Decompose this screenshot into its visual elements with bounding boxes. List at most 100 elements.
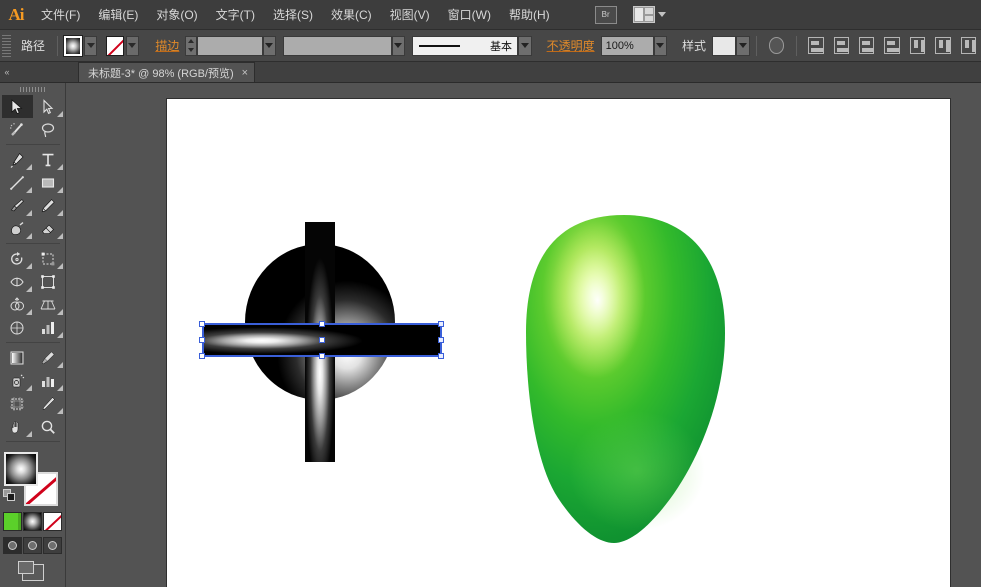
align-top-icon[interactable] xyxy=(909,37,926,54)
fill-swatch[interactable] xyxy=(3,452,38,486)
artboard-tool[interactable] xyxy=(2,392,33,415)
hand-tool[interactable] xyxy=(2,415,33,438)
menu-window[interactable]: 窗口(W) xyxy=(439,0,500,30)
rectangle-tool[interactable] xyxy=(33,171,64,194)
gradient-icon xyxy=(10,351,24,364)
perspective-grid-tool[interactable] xyxy=(33,293,64,316)
shape-builder-tool[interactable] xyxy=(2,293,33,316)
pencil-tool[interactable] xyxy=(33,194,64,217)
close-icon[interactable]: × xyxy=(242,67,248,79)
column-graph-tool[interactable] xyxy=(33,369,64,392)
graphic-style-swatch[interactable] xyxy=(712,35,737,56)
eraser-tool[interactable] xyxy=(33,217,64,240)
arrange-documents-icon xyxy=(632,6,655,23)
control-bar-grip[interactable] xyxy=(2,34,11,57)
mesh-tool[interactable] xyxy=(2,316,33,339)
mesh-icon xyxy=(10,321,24,334)
align-left-icon[interactable] xyxy=(833,37,849,54)
gradient-tool[interactable] xyxy=(33,316,64,339)
graphic-style-dropdown[interactable] xyxy=(736,35,750,56)
stroke-profile-dropdown[interactable] xyxy=(391,35,406,56)
blob-brush-icon xyxy=(11,221,24,235)
menu-object[interactable]: 对象(O) xyxy=(147,0,206,30)
menu-edit[interactable]: 编辑(E) xyxy=(89,0,147,30)
pencil-icon xyxy=(41,198,55,212)
scale-tool[interactable] xyxy=(33,247,64,270)
menu-view[interactable]: 视图(V) xyxy=(381,0,439,30)
opacity-dropdown[interactable] xyxy=(653,35,668,56)
color-mode-color[interactable] xyxy=(3,512,22,531)
opacity-label[interactable]: 不透明度 xyxy=(541,37,601,54)
collapse-panel-icon[interactable]: « xyxy=(0,61,14,82)
zoom-tool[interactable] xyxy=(33,415,64,438)
fill-color-swatch[interactable] xyxy=(62,34,84,57)
green-pear-bottom-sheen xyxy=(569,411,705,531)
canvas-workspace[interactable] xyxy=(66,83,981,587)
align-middle-icon[interactable] xyxy=(935,37,951,54)
symbol-sprayer-icon xyxy=(12,374,25,387)
scale-icon xyxy=(41,252,55,265)
fill-stroke-control xyxy=(2,450,64,508)
blob-brush-tool[interactable] xyxy=(2,217,33,240)
perspective-grid-icon xyxy=(40,300,56,309)
menu-help[interactable]: 帮助(H) xyxy=(500,0,559,30)
artboard[interactable] xyxy=(167,99,950,587)
document-tab-label: 未标题-3* @ 98% (RGB/预览) xyxy=(88,67,234,80)
color-mode-none[interactable] xyxy=(43,512,62,531)
draw-behind-mode[interactable] xyxy=(23,537,42,554)
type-t-icon xyxy=(42,153,54,166)
lasso-tool[interactable] xyxy=(33,118,64,141)
draw-inside-mode[interactable] xyxy=(43,537,62,554)
pen-tool[interactable] xyxy=(2,148,33,171)
stroke-color-swatch[interactable] xyxy=(105,35,124,56)
symbol-sprayer-tool[interactable] xyxy=(2,369,33,392)
fill-swatch-dropdown[interactable] xyxy=(84,35,97,56)
bridge-icon[interactable] xyxy=(594,5,617,24)
line-segment-tool[interactable] xyxy=(2,171,33,194)
cursor-solid-icon xyxy=(11,98,23,114)
align-right-icon[interactable] xyxy=(884,37,900,54)
align-options-icon[interactable] xyxy=(808,37,824,54)
eyedropper-tool[interactable] xyxy=(2,346,33,369)
stroke-weight-stepper[interactable] xyxy=(185,35,198,56)
change-screen-mode-icon[interactable] xyxy=(17,561,44,581)
line-icon xyxy=(10,175,24,190)
brush-definition-field[interactable]: 基本 xyxy=(412,35,519,56)
stroke-profile-field[interactable] xyxy=(283,35,392,56)
color-mode-gradient[interactable] xyxy=(23,512,42,531)
draw-normal-mode[interactable] xyxy=(3,537,22,554)
align-center-icon[interactable] xyxy=(858,37,875,54)
default-fill-stroke-icon[interactable] xyxy=(2,489,17,503)
blend-tool[interactable] xyxy=(33,346,64,369)
align-bottom-icon[interactable] xyxy=(960,37,976,54)
opacity-field[interactable]: 100% xyxy=(600,35,654,56)
type-tool[interactable] xyxy=(33,148,64,171)
stroke-weight-label[interactable]: 描边 xyxy=(149,37,185,54)
menu-select[interactable]: 选择(S) xyxy=(264,0,322,30)
document-tab-bar: « 未标题-3* @ 98% (RGB/预览) × xyxy=(0,62,981,83)
selection-tool[interactable] xyxy=(1,95,33,118)
tools-panel-grip[interactable] xyxy=(0,83,65,95)
recolor-artwork-icon[interactable] xyxy=(768,37,785,54)
stroke-weight-field[interactable] xyxy=(197,35,263,56)
free-transform-tool[interactable] xyxy=(33,270,64,293)
menu-bar: Ai 文件(F) 编辑(E) 对象(O) 文字(T) 选择(S) 效果(C) 视… xyxy=(0,0,981,30)
tool-divider-1 xyxy=(5,144,60,145)
tool-divider-3 xyxy=(5,342,60,343)
rotate-tool[interactable] xyxy=(2,247,33,270)
brush-definition-dropdown[interactable] xyxy=(518,35,532,56)
arrange-documents-button[interactable] xyxy=(632,6,666,23)
paintbrush-tool[interactable] xyxy=(2,194,33,217)
stroke-swatch-dropdown[interactable] xyxy=(125,35,139,56)
document-tab[interactable]: 未标题-3* @ 98% (RGB/预览) × xyxy=(78,62,256,82)
stroke-weight-dropdown[interactable] xyxy=(262,35,277,56)
direct-selection-tool[interactable] xyxy=(33,95,64,118)
width-tool[interactable] xyxy=(2,270,33,293)
menu-file[interactable]: 文件(F) xyxy=(32,0,89,30)
bar-graph-icon xyxy=(42,321,54,334)
menu-type[interactable]: 文字(T) xyxy=(207,0,264,30)
slice-tool[interactable] xyxy=(33,392,64,415)
hand-icon xyxy=(11,420,19,433)
menu-effect[interactable]: 效果(C) xyxy=(322,0,381,30)
magic-wand-tool[interactable] xyxy=(2,118,33,141)
